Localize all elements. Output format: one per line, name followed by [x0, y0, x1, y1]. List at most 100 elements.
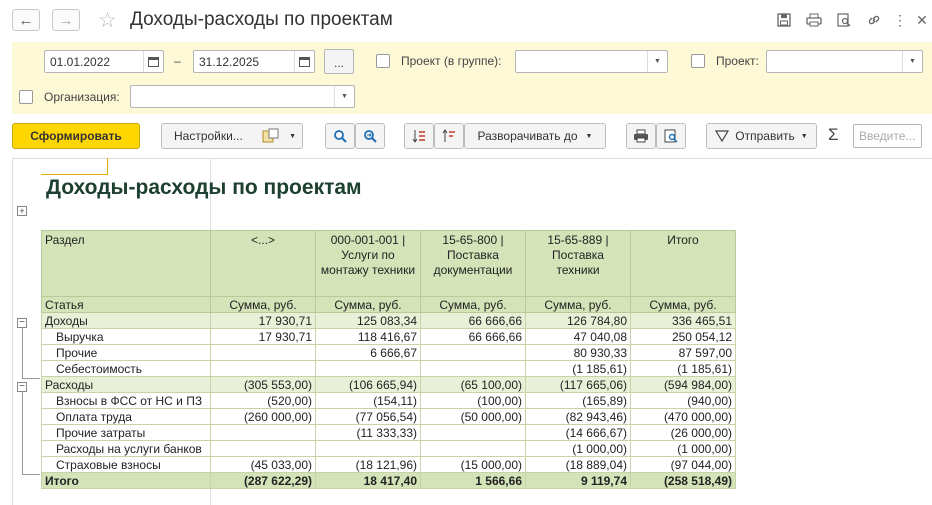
value-cell: 336 465,51 [630, 312, 736, 329]
header-measure: Сумма, руб. [420, 296, 526, 313]
value-cell: (45 033,00) [210, 456, 316, 473]
table-row[interactable]: Прочие затраты (11 333,33) (14 666,67) (26 … [41, 424, 736, 441]
value-cell: (18 121,96) [315, 456, 421, 473]
value-cell: 87 597,00 [630, 344, 736, 361]
chevron-down-icon: ▼ [800, 132, 808, 140]
table-row[interactable]: Выручка 17 930,71 118 416,67 66 666,66 47 04… [41, 328, 736, 345]
project-group-field[interactable]: ▼ [515, 50, 668, 73]
close-icon[interactable]: ✕ [912, 10, 932, 30]
value-cell: (97 044,00) [630, 456, 736, 473]
row-label: Прочие [41, 344, 211, 361]
project-field[interactable]: ▼ [766, 50, 923, 73]
table-row[interactable]: Прочие 6 666,67 80 930,33 87 597,00 [41, 344, 736, 361]
more-vertical-icon[interactable]: ⋮ [890, 10, 910, 30]
value-cell: 126 784,80 [525, 312, 631, 329]
collapse-all-button[interactable] [434, 123, 464, 149]
total-row[interactable]: Итого (287 622,29) 18 417,40 1 566,66 9 119,… [41, 472, 736, 489]
collapse-group-icon[interactable]: − [17, 318, 27, 328]
group-row[interactable]: Расходы (305 553,00) (106 665,94) (65 100,0… [41, 376, 736, 393]
table-row[interactable]: Оплата труда (260 000,00) (77 056,54) (50 0… [41, 408, 736, 425]
header-column: Итого [630, 230, 736, 297]
period-select-button[interactable]: ... [324, 49, 354, 74]
arrow-left-icon: ← [18, 11, 34, 29]
group-row[interactable]: Доходы 17 930,71 125 083,34 66 666,66 126 78… [41, 312, 736, 329]
value-cell: (14 666,67) [525, 424, 631, 441]
value-cell [420, 440, 526, 457]
value-cell: (15 000,00) [420, 456, 526, 473]
table-row[interactable]: Себестоимость (1 185,61) (1 185,61) [41, 360, 736, 377]
value-cell [420, 360, 526, 377]
chevron-down-icon[interactable]: ▼ [647, 51, 667, 72]
value-cell: (100,00) [420, 392, 526, 409]
organization-field[interactable]: ▼ [130, 85, 355, 108]
chevron-down-icon[interactable]: ▼ [334, 86, 354, 107]
value-cell [210, 344, 316, 361]
value-cell: (26 000,00) [630, 424, 736, 441]
value-cell [315, 360, 421, 377]
calendar-icon[interactable] [143, 51, 163, 72]
value-cell: (940,00) [630, 392, 736, 409]
row-label: Страховые взносы [41, 456, 211, 473]
header-column: 15-65-800 | Поставка документации [420, 230, 526, 297]
find-next-button[interactable] [355, 123, 385, 149]
date-to-field[interactable]: 31.12.2025 [193, 50, 315, 73]
header-row: Раздел <...> 000-001-001 | Услуги по мон… [41, 230, 736, 297]
header-column: 000-001-001 | Услуги по монтажу техники [315, 230, 421, 297]
value-cell: (594 984,00) [630, 376, 736, 393]
date-from-field[interactable]: 01.01.2022 [44, 50, 164, 73]
value-cell: 125 083,34 [315, 312, 421, 329]
calendar-icon[interactable] [294, 51, 314, 72]
value-cell: 250 054,12 [630, 328, 736, 345]
find-button[interactable] [325, 123, 355, 149]
table-row[interactable]: Расходы на услуги банков (1 000,00) (1 000… [41, 440, 736, 457]
row-label: Взносы в ФСС от НС и ПЗ [41, 392, 211, 409]
header-column: <...> [210, 230, 316, 297]
value-cell: (1 000,00) [630, 440, 736, 457]
header-article: Статья [41, 296, 211, 313]
value-cell: 118 416,67 [315, 328, 421, 345]
value-cell: (1 185,61) [630, 360, 736, 377]
expand-to-button[interactable]: Разворачивать до ▼ [464, 123, 606, 149]
preview-icon [664, 129, 678, 143]
collapse-group-icon[interactable]: − [17, 382, 27, 392]
expand-all-button[interactable] [404, 123, 434, 149]
preview-button[interactable] [656, 123, 686, 149]
header-measure: Сумма, руб. [210, 296, 316, 313]
row-label: Себестоимость [41, 360, 211, 377]
expand-header-icon[interactable]: + [17, 206, 27, 216]
forward-button[interactable]: → [52, 9, 80, 31]
preview-icon[interactable] [834, 10, 854, 30]
date-separator: – [174, 54, 181, 68]
chevron-down-icon[interactable]: ▼ [902, 51, 922, 72]
link-icon[interactable] [864, 10, 884, 30]
generate-button[interactable]: Сформировать [12, 123, 140, 149]
value-cell: 80 930,33 [525, 344, 631, 361]
active-cell [41, 158, 108, 175]
arrow-right-icon: → [58, 11, 74, 29]
favorite-star-icon[interactable]: ☆ [98, 8, 117, 33]
sum-icon[interactable]: Σ [828, 125, 839, 145]
collapse-icon [442, 129, 455, 142]
value-cell: (1 185,61) [525, 360, 631, 377]
organization-checkbox[interactable] [19, 90, 33, 104]
project-group-checkbox[interactable] [376, 54, 390, 68]
value-cell [420, 344, 526, 361]
value-cell: (520,00) [210, 392, 316, 409]
value-cell: (82 943,46) [525, 408, 631, 425]
table-row[interactable]: Взносы в ФСС от НС и ПЗ (520,00) (154,11)(… [41, 392, 736, 409]
save-icon[interactable] [774, 10, 794, 30]
value-cell [210, 424, 316, 441]
value-cell [210, 360, 316, 377]
print-button[interactable] [626, 123, 656, 149]
print-icon[interactable] [804, 10, 824, 30]
row-label: Прочие затраты [41, 424, 211, 441]
settings-button[interactable]: Настройки... ▼ [161, 123, 303, 149]
table-row[interactable]: Страховые взносы (45 033,00) (18 121,96) (1… [41, 456, 736, 473]
value-cell: (258 518,49) [630, 472, 736, 489]
header-measure: Сумма, руб. [630, 296, 736, 313]
project-checkbox[interactable] [691, 54, 705, 68]
sum-field[interactable]: Введите... [853, 124, 922, 148]
row-label: Расходы [41, 376, 211, 393]
send-button[interactable]: Отправить ▼ [706, 123, 817, 149]
back-button[interactable]: ← [12, 9, 40, 31]
